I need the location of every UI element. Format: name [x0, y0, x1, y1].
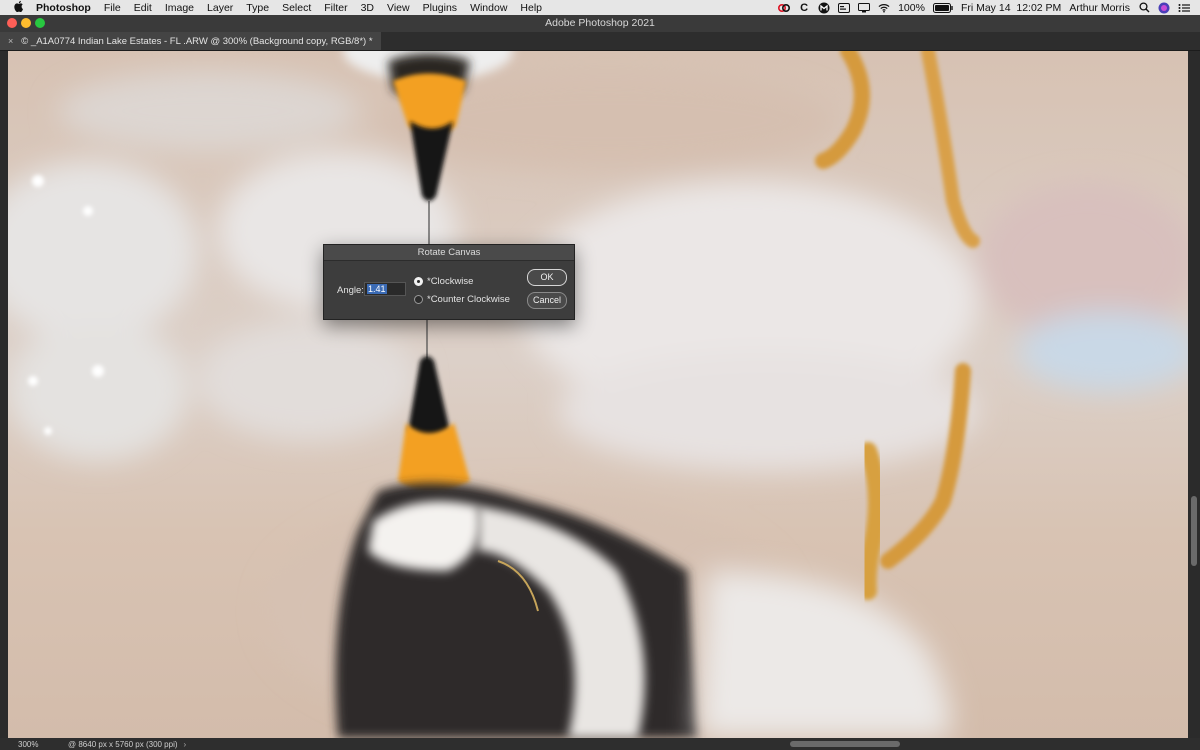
macos-menubar: Photoshop File Edit Image Layer Type Sel… — [0, 0, 1200, 15]
photo-plover-reflection — [8, 51, 1188, 738]
clockwise-option[interactable]: *Clockwise — [414, 276, 473, 287]
menu-file[interactable]: File — [104, 2, 121, 14]
card-icon[interactable] — [838, 2, 851, 13]
battery-icon[interactable] — [932, 2, 953, 13]
notification-center-icon[interactable] — [1178, 2, 1190, 13]
document-statusbar: 300% @ 8640 px x 5760 px (300 ppi) › — [0, 738, 1200, 750]
image-canvas[interactable] — [8, 51, 1188, 738]
m-app-icon[interactable] — [818, 2, 830, 13]
creative-cloud-icon[interactable] — [778, 2, 791, 13]
menu-edit[interactable]: Edit — [134, 2, 152, 14]
angle-label: Angle: — [337, 285, 364, 296]
menu-view[interactable]: View — [387, 2, 410, 14]
angle-input-value: 1.41 — [367, 284, 387, 294]
app-titlebar: Adobe Photoshop 2021 — [0, 15, 1200, 32]
horizontal-scrollbar-thumb[interactable] — [790, 741, 900, 747]
menu-window[interactable]: Window — [470, 2, 507, 14]
menu-filter[interactable]: Filter — [324, 2, 347, 14]
menu-layer[interactable]: Layer — [207, 2, 233, 14]
siri-icon[interactable] — [1158, 2, 1170, 13]
wifi-icon[interactable] — [878, 2, 890, 13]
menu-image[interactable]: Image — [165, 2, 194, 14]
menubar-user[interactable]: Arthur Morris — [1069, 2, 1130, 14]
spotlight-search-icon[interactable] — [1138, 2, 1150, 13]
dialog-title: Rotate Canvas — [324, 245, 574, 261]
menu-help[interactable]: Help — [520, 2, 542, 14]
document-tab-label: © _A1A0774 Indian Lake Estates - FL .ARW… — [21, 35, 373, 47]
status-menu-chevron-icon[interactable]: › — [184, 740, 187, 749]
counter-clockwise-label: *Counter Clockwise — [427, 294, 510, 305]
clockwise-radio[interactable] — [414, 277, 423, 286]
counter-clockwise-radio[interactable] — [414, 295, 423, 304]
app-title: Adobe Photoshop 2021 — [545, 17, 655, 29]
menu-3d[interactable]: 3D — [361, 2, 374, 14]
document-tabbar: × © _A1A0774 Indian Lake Estates - FL .A… — [0, 32, 1200, 51]
menubar-status-area: C 100% Fri May 14 12:02 PM Arthur Morris — [778, 0, 1190, 15]
menu-type[interactable]: Type — [246, 2, 269, 14]
menu-select[interactable]: Select — [282, 2, 311, 14]
counter-clockwise-option[interactable]: *Counter Clockwise — [414, 294, 510, 305]
clockwise-label: *Clockwise — [427, 276, 474, 287]
document-info: @ 8640 px x 5760 px (300 ppi) — [68, 739, 178, 749]
vertical-scrollbar-thumb[interactable] — [1191, 496, 1197, 566]
c-app-icon[interactable]: C — [798, 2, 810, 14]
menu-app-name[interactable]: Photoshop — [36, 2, 91, 14]
document-tab[interactable]: × © _A1A0774 Indian Lake Estates - FL .A… — [0, 32, 381, 50]
battery-percent: 100% — [898, 1, 925, 14]
apple-menu-icon[interactable] — [14, 0, 26, 15]
angle-input[interactable]: 1.41 — [364, 282, 406, 296]
ok-button[interactable]: OK — [527, 269, 567, 286]
menu-plugins[interactable]: Plugins — [423, 2, 457, 14]
rotate-canvas-dialog: Rotate Canvas Angle: 1.41 *Clockwise *Co… — [323, 244, 575, 320]
menubar-datetime[interactable]: Fri May 14 12:02 PM — [961, 2, 1061, 14]
cancel-button[interactable]: Cancel — [527, 292, 567, 309]
zoom-level[interactable]: 300% — [0, 740, 56, 749]
tab-close-icon[interactable]: × — [8, 36, 13, 46]
display-icon[interactable] — [858, 2, 871, 13]
vertical-scrollbar[interactable] — [1188, 51, 1200, 738]
